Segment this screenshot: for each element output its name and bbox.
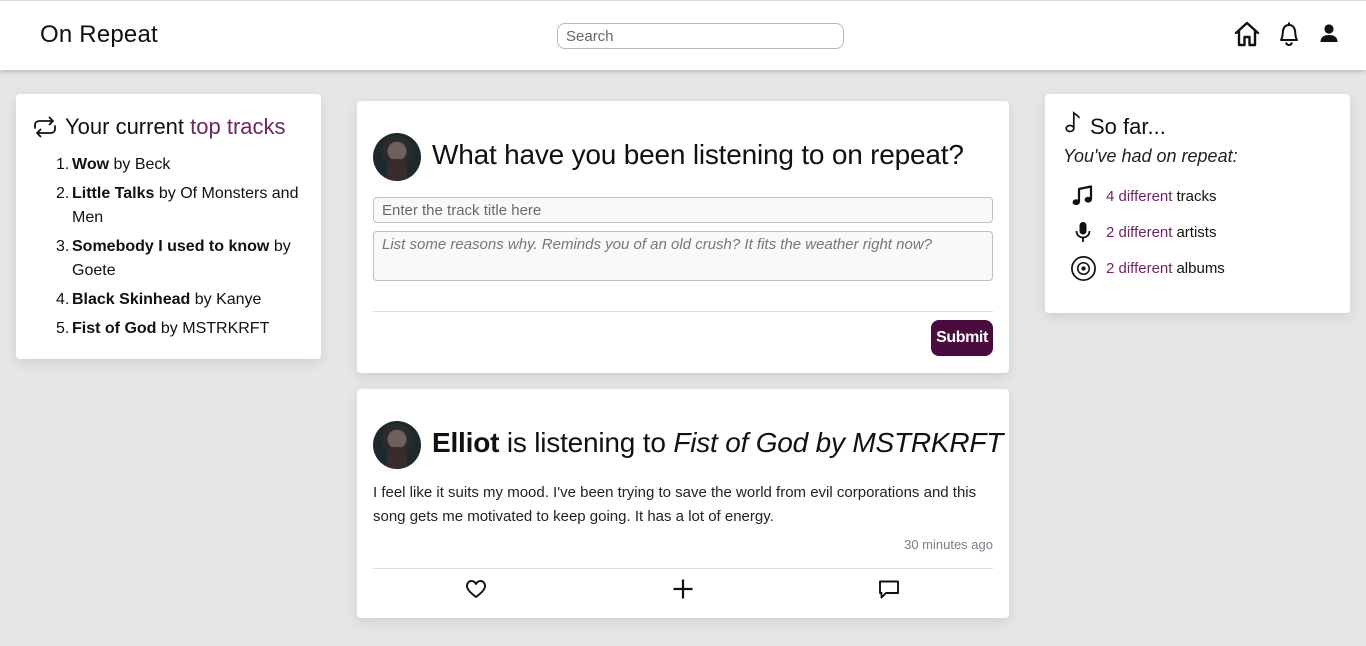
- post-body: I feel like it suits my mood. I've been …: [373, 484, 977, 525]
- top-navbar: On Repeat: [0, 0, 1366, 70]
- reasons-textarea[interactable]: [373, 231, 993, 281]
- divider: [373, 311, 993, 312]
- track-title: Somebody I used to know: [72, 238, 270, 255]
- so-far-title: So far...: [1090, 114, 1166, 139]
- submit-button[interactable]: Submit: [931, 320, 993, 356]
- music-note-icon: [1064, 110, 1082, 134]
- track-artist: by Beck: [113, 156, 171, 173]
- stat-artists[interactable]: 2 different artists: [1069, 218, 1216, 246]
- vinyl-disc-icon: [1069, 254, 1097, 282]
- bell-icon[interactable]: [1275, 20, 1303, 48]
- track-title: Wow: [72, 156, 110, 173]
- track-title: Little Talks: [72, 185, 155, 202]
- so-far-card: So far... You've had on repeat: 4 differ…: [1045, 94, 1350, 313]
- stat-count: 4 different: [1106, 187, 1173, 205]
- list-item[interactable]: 5. Fist of God by MSTRKRFT: [56, 317, 306, 341]
- repeat-icon: [31, 116, 59, 138]
- track-title: Black Skinhead: [72, 291, 191, 308]
- track-artist: by MSTRKRFT: [160, 320, 270, 337]
- app-title[interactable]: On Repeat: [40, 21, 158, 49]
- list-item[interactable]: 1. Wow by Beck: [56, 153, 306, 177]
- comment-icon[interactable]: [877, 577, 901, 601]
- home-icon[interactable]: [1233, 20, 1261, 48]
- post-heading: Elliot is listening to Fist of God by MS…: [432, 427, 1003, 459]
- stat-count: 2 different: [1106, 259, 1173, 277]
- stat-label: tracks: [1176, 187, 1217, 205]
- heart-icon[interactable]: [464, 577, 488, 601]
- list-number: 5.: [56, 320, 70, 337]
- user-icon[interactable]: [1315, 20, 1343, 48]
- music-notes-icon: [1069, 182, 1097, 210]
- list-number: 1.: [56, 156, 70, 173]
- post-username[interactable]: Elliot: [432, 427, 499, 458]
- track-artist: by Kanye: [194, 291, 262, 308]
- top-tracks-title-prefix: Your current: [65, 114, 185, 139]
- list-item[interactable]: 4. Black Skinhead by Kanye: [56, 288, 306, 312]
- stat-count: 2 different: [1106, 223, 1173, 241]
- top-tracks-title: Your current top tracks: [65, 114, 286, 140]
- stat-albums[interactable]: 2 different albums: [1069, 254, 1225, 282]
- stat-tracks[interactable]: 4 different tracks: [1069, 182, 1216, 210]
- list-number: 2.: [56, 185, 70, 202]
- compose-heading: What have you been listening to on repea…: [432, 139, 964, 170]
- top-tracks-title-highlight: top tracks: [190, 114, 286, 139]
- list-item[interactable]: 2. Little Talks by Of Monsters and Men: [56, 182, 306, 230]
- stat-label: albums: [1176, 259, 1225, 277]
- track-title: Fist of God: [72, 320, 157, 337]
- post-card: Elliot is listening to Fist of God by MS…: [357, 389, 1009, 618]
- avatar[interactable]: [373, 421, 421, 469]
- list-item[interactable]: 3. Somebody I used to know by Goete: [56, 235, 306, 283]
- avatar[interactable]: [373, 133, 421, 181]
- top-tracks-card: Your current top tracks 1. Wow by Beck 2.…: [16, 94, 321, 359]
- plus-icon[interactable]: [671, 577, 695, 601]
- microphone-icon: [1069, 218, 1097, 246]
- post-verb: is listening to: [506, 427, 666, 458]
- list-number: 4.: [56, 291, 70, 308]
- post-track[interactable]: Fist of God by MSTRKRFT: [673, 427, 1003, 458]
- post-timestamp: 30 minutes ago: [904, 537, 993, 552]
- divider: [373, 568, 993, 569]
- stat-label: artists: [1176, 223, 1217, 241]
- so-far-subtitle: You've had on repeat:: [1063, 146, 1238, 166]
- track-title-input[interactable]: [373, 197, 993, 223]
- search-input[interactable]: [557, 23, 844, 49]
- top-tracks-list: 1. Wow by Beck 2. Little Talks by Of Monst…: [56, 153, 306, 346]
- list-number: 3.: [56, 238, 70, 255]
- compose-card: What have you been listening to on repea…: [357, 101, 1009, 373]
